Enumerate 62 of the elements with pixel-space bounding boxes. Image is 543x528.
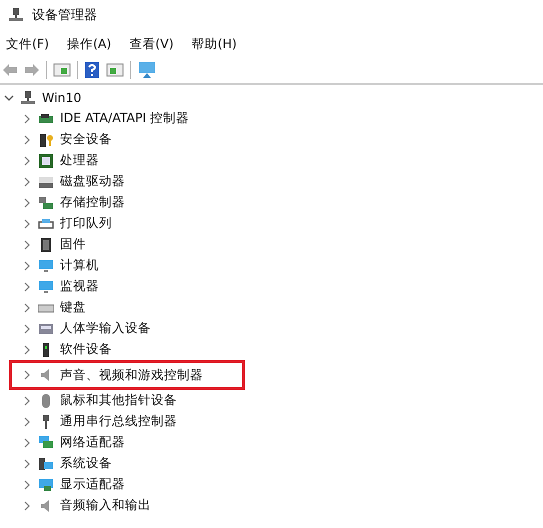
expand-chevron-icon[interactable] (22, 198, 32, 208)
panel-icon[interactable] (106, 62, 124, 78)
tree-item-label[interactable]: 系统设备 (60, 455, 112, 472)
tree-item-label[interactable]: 计算机 (60, 257, 99, 274)
tree-item-label[interactable]: 存储控制器 (60, 194, 125, 211)
menu-item[interactable]: 查看(V) (129, 36, 174, 52)
expand-chevron-icon[interactable] (22, 240, 32, 250)
chip-icon (38, 152, 54, 168)
tree-item-label[interactable]: 声音、视频和游戏控制器 (60, 366, 203, 384)
expand-chevron-icon[interactable] (22, 114, 32, 124)
expand-chevron-icon[interactable] (22, 218, 32, 228)
expand-chevron-icon[interactable] (22, 416, 32, 426)
expand-chevron-icon[interactable] (22, 260, 32, 270)
system-device-icon (38, 456, 54, 472)
panel-icon[interactable] (53, 62, 71, 78)
monitor-icon[interactable] (137, 61, 157, 79)
window-title: 设备管理器 (32, 7, 97, 24)
expand-chevron-icon[interactable] (22, 458, 32, 468)
forward-arrow-icon[interactable] (24, 63, 40, 77)
menu-item[interactable]: 文件(F) (6, 36, 49, 52)
expand-chevron-icon[interactable] (22, 134, 32, 144)
network-icon (38, 434, 54, 450)
menu-item[interactable]: 操作(A) (66, 36, 112, 52)
tree-item-label[interactable]: 鼠标和其他指针设备 (60, 392, 177, 409)
tree-item-label[interactable]: IDE ATA/ATAPI 控制器 (60, 110, 190, 127)
monitor-icon (38, 278, 54, 294)
key-device-icon (38, 132, 54, 148)
tree-item-label[interactable]: 网络适配器 (60, 434, 125, 451)
tree-item-label[interactable]: 显示适配器 (60, 476, 125, 493)
tree-item-label[interactable]: 打印队列 (60, 215, 112, 232)
expand-chevron-icon[interactable] (22, 282, 32, 292)
tree-item-label[interactable]: Win10 (42, 90, 82, 105)
storage-controller-icon (38, 194, 54, 210)
help-icon[interactable] (84, 61, 100, 79)
tree-item-label[interactable]: 通用串行总线控制器 (60, 413, 177, 430)
tree-item-label[interactable]: 监视器 (60, 278, 99, 295)
tree-item-label[interactable]: 软件设备 (60, 341, 112, 358)
computer-network-icon (8, 7, 24, 23)
expand-chevron-icon[interactable] (22, 480, 32, 490)
tree-item-label[interactable]: 固件 (60, 236, 86, 253)
firmware-chip-icon (38, 236, 54, 252)
expand-chevron-icon[interactable] (22, 438, 32, 448)
tree-item-label[interactable]: 音频输入和输出 (60, 497, 151, 514)
expand-chevron-icon[interactable] (22, 156, 32, 166)
display-adapter-icon (38, 476, 54, 492)
tree-item-label[interactable]: 键盘 (60, 299, 86, 316)
collapse-chevron-icon[interactable] (4, 92, 14, 102)
expand-chevron-icon[interactable] (22, 396, 32, 406)
monitor-icon (38, 258, 54, 274)
tree-item-label[interactable]: 处理器 (60, 152, 99, 169)
expand-chevron-icon[interactable] (22, 324, 32, 334)
expand-chevron-icon[interactable] (22, 302, 32, 312)
tree-item-label[interactable]: 磁盘驱动器 (60, 173, 125, 190)
expand-chevron-icon[interactable] (22, 370, 32, 380)
expand-chevron-icon[interactable] (22, 176, 32, 186)
back-arrow-icon[interactable] (2, 63, 18, 77)
tree-item-label[interactable]: 安全设备 (60, 131, 112, 148)
tree-item-label[interactable]: 人体学输入设备 (60, 320, 151, 337)
expand-chevron-icon[interactable] (22, 344, 32, 354)
expand-chevron-icon[interactable] (22, 500, 32, 510)
menu-item[interactable]: 帮助(H) (192, 36, 237, 52)
computer-network-icon (20, 90, 36, 106)
